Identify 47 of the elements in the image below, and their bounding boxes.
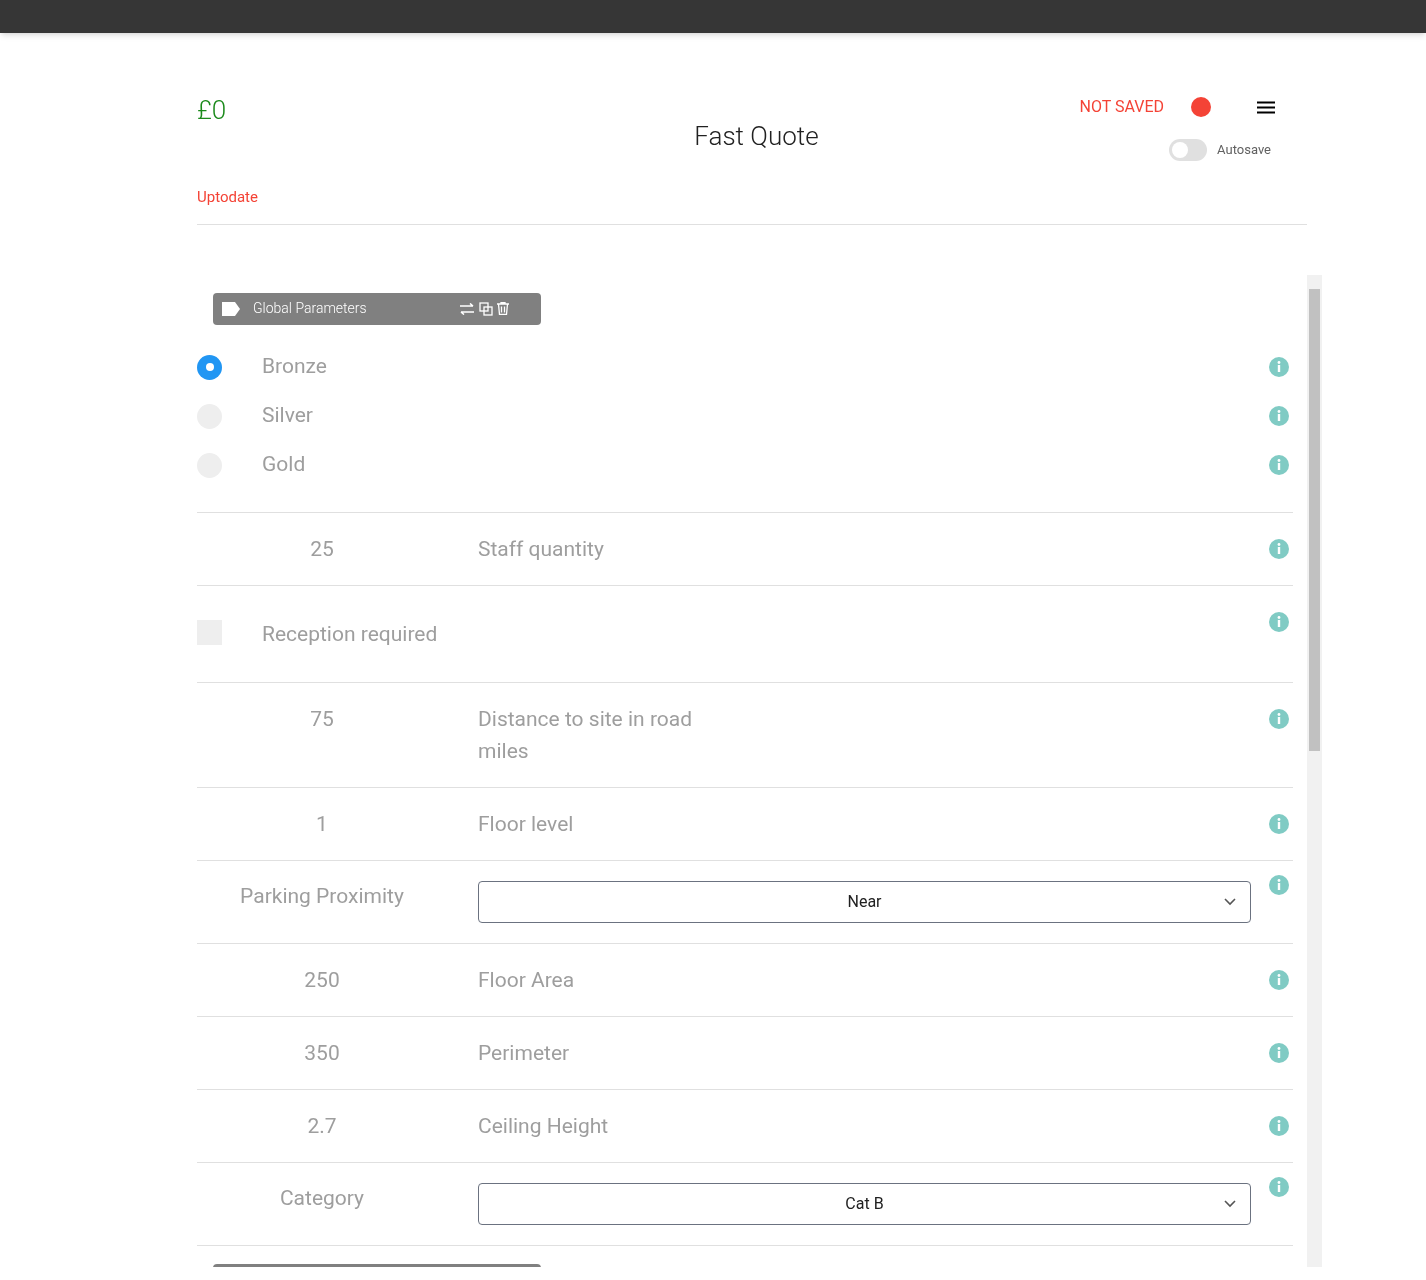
swap-icon[interactable]: [459, 302, 475, 315]
field-label: Perimeter: [478, 1039, 571, 1067]
page-title: Fast Quote: [694, 120, 819, 153]
select-dropdown[interactable]: Near: [478, 880, 1251, 923]
checkbox-label: Reception required: [262, 620, 438, 648]
info-icon[interactable]: [1269, 406, 1289, 426]
menu-icon[interactable]: [1257, 100, 1275, 114]
info-icon[interactable]: [1269, 1115, 1289, 1136]
select-dropdown[interactable]: Cat B: [478, 1182, 1251, 1225]
update-link[interactable]: Uptodate: [197, 186, 258, 209]
info-icon[interactable]: [1269, 813, 1289, 834]
field-label: Floor Area: [478, 966, 576, 994]
info-icon[interactable]: [1269, 357, 1289, 377]
number-value[interactable]: 25: [197, 532, 447, 565]
radio-label: Gold: [262, 451, 306, 479]
tag-icon: [221, 301, 241, 316]
autosave-toggle[interactable]: [1169, 139, 1208, 161]
trash-icon[interactable]: [497, 302, 509, 315]
number-value[interactable]: 1: [197, 807, 447, 840]
info-icon[interactable]: [1269, 708, 1289, 729]
info-icon[interactable]: [1269, 538, 1289, 559]
number-value[interactable]: 350: [197, 1036, 447, 1069]
chevron-down-icon: [1224, 1199, 1236, 1208]
number-value[interactable]: 2.7: [197, 1109, 447, 1142]
radio-label: Bronze: [262, 353, 327, 381]
number-value[interactable]: 75: [197, 702, 447, 735]
field-label: Category: [278, 1184, 366, 1212]
save-status: NOT SAVED: [1079, 96, 1164, 118]
radio-button[interactable]: [197, 354, 222, 380]
info-icon[interactable]: [1269, 1176, 1289, 1197]
section-title: Global Parameters: [253, 299, 367, 318]
field-label: Parking Proximity: [239, 882, 405, 910]
info-icon[interactable]: [1269, 611, 1289, 632]
field-label: Staff quantity: [478, 535, 605, 563]
info-icon[interactable]: [1269, 1042, 1289, 1063]
number-value[interactable]: 250: [197, 963, 447, 996]
info-icon[interactable]: [1269, 969, 1289, 990]
info-icon[interactable]: [1269, 455, 1289, 475]
autosave-label: Autosave: [1217, 141, 1271, 160]
copy-icon[interactable]: [479, 301, 493, 316]
field-label: Floor level: [478, 810, 575, 838]
info-icon[interactable]: [1269, 874, 1289, 895]
chevron-down-icon: [1224, 897, 1236, 906]
field-label: Distance to site in road miles: [478, 705, 694, 765]
field-label: Ceiling Height: [478, 1112, 610, 1140]
price: £0: [197, 95, 227, 125]
radio-label: Silver: [262, 402, 313, 430]
